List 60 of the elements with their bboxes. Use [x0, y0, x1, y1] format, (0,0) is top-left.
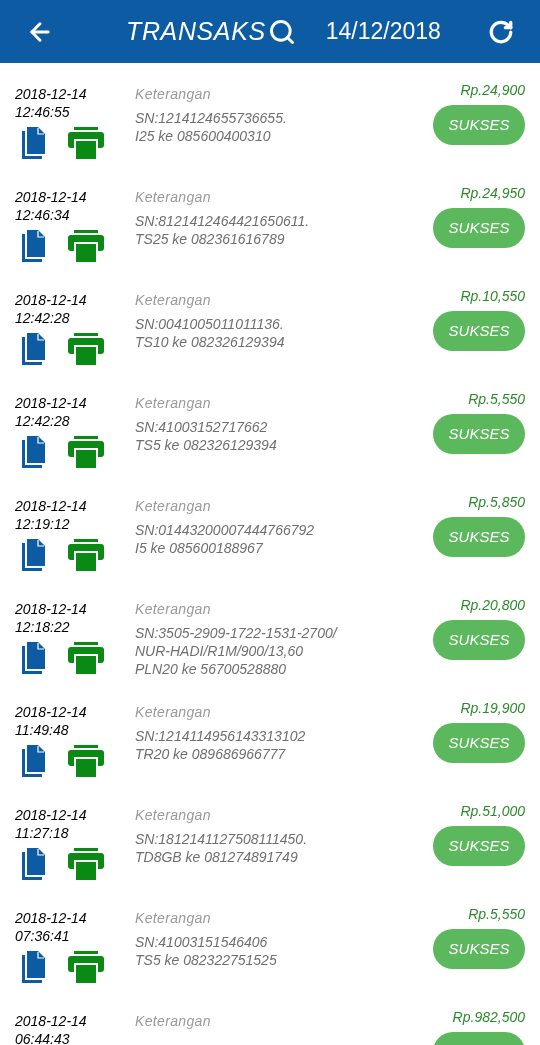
description-label: Keterangan [135, 85, 212, 103]
transaction-time: 11:49:48 [15, 721, 70, 739]
description-text: SN:41003151546406 TS5 ke 082322751525 [135, 933, 278, 969]
amount: Rp.19,900 [460, 699, 525, 717]
description-text: SN:1812141127508111450. TD8GB ke 081274891749 [135, 830, 309, 866]
transaction-time: 12:42:28 [15, 309, 71, 327]
description-label: Keterangan [135, 291, 212, 309]
transaction-time: 11:27:18 [15, 824, 70, 842]
description-text: SN:1214124655736655. I25 ke 085600400310 [135, 109, 288, 145]
transaction-date: 2018-12-14 [15, 85, 88, 103]
amount: Rp.24,950 [460, 184, 525, 202]
description-text: SN:0041005011011136. TS10 ke 082326129394 [135, 315, 286, 351]
status-button[interactable]: SUKSES [433, 311, 525, 351]
transaction-date: 2018-12-14 [15, 806, 88, 824]
transaction-time: 12:46:55 [15, 103, 71, 121]
amount: Rp.5,550 [468, 390, 525, 408]
amount: Rp.24,900 [460, 81, 525, 99]
status-button[interactable]: SUKSES [433, 929, 525, 969]
transaction-time: 12:46:34 [15, 206, 71, 224]
amount: Rp.20,800 [460, 596, 525, 614]
description-label: Keterangan [135, 909, 212, 927]
transaction-time: 12:42:28 [15, 412, 71, 430]
status-button[interactable]: SUKSES [433, 414, 525, 454]
description-label: Keterangan [135, 806, 212, 824]
transaction-date: 2018-12-14 [15, 188, 88, 206]
transaction-date: 2018-12-14 [15, 394, 88, 412]
description-text: SN:8121412464421650611. TS25 ke 082361616789 [135, 212, 311, 248]
description-text: SN:1214114956143313102 TR20 ke 089686966777 [135, 727, 307, 763]
transaction-time: 06:44:43 [15, 1030, 71, 1045]
transaction-time: 12:19:12 [15, 515, 71, 533]
transaction-date: 2018-12-14 [15, 909, 88, 927]
amount: Rp.10,550 [460, 287, 525, 305]
amount: Rp.5,550 [468, 905, 525, 923]
amount: Rp.5,850 [468, 493, 525, 511]
description-label: Keterangan [135, 394, 212, 412]
description-label: Keterangan [135, 188, 212, 206]
transaction-date: 2018-12-14 [15, 600, 88, 618]
description-text: SN:41003152717662 TS5 ke 082326129394 [135, 418, 278, 454]
status-button[interactable]: SUKSES [433, 517, 525, 557]
description-text: SN:01443200007444766792 I5 ke 085600188967 [135, 521, 316, 557]
description-label: Keterangan [135, 600, 212, 618]
description-label: Keterangan [135, 703, 212, 721]
status-button[interactable]: SUKSES [433, 723, 525, 763]
transaction-date: 2018-12-14 [15, 497, 88, 515]
transaction-date: 2018-12-14 [15, 291, 88, 309]
transaction-date: 2018-12-14 [15, 1012, 88, 1030]
date-filter[interactable]: 14/12/2018 [325, 14, 441, 49]
description-label: Keterangan [135, 1012, 212, 1030]
transaction-time: 07:36:41 [15, 927, 71, 945]
amount: Rp.982,500 [452, 1008, 525, 1026]
status-button[interactable]: SUKSES [433, 105, 525, 145]
description-text: SN:3505-2909-1722-1531-2700/ NUR-HADI/R1M/900/13,60 PLN20 ke 56700528880 [135, 624, 339, 678]
amount: Rp.51,000 [460, 802, 525, 820]
page-title: TRANSAKS [126, 15, 266, 47]
transaction-date: 2018-12-14 [15, 703, 88, 721]
status-button[interactable]: SUKSES [433, 620, 525, 660]
status-button[interactable]: SUKSES [433, 208, 525, 248]
transaction-time: 12:18:22 [15, 618, 71, 636]
description-label: Keterangan [135, 497, 212, 515]
status-button[interactable]: SUKSES [433, 826, 525, 866]
